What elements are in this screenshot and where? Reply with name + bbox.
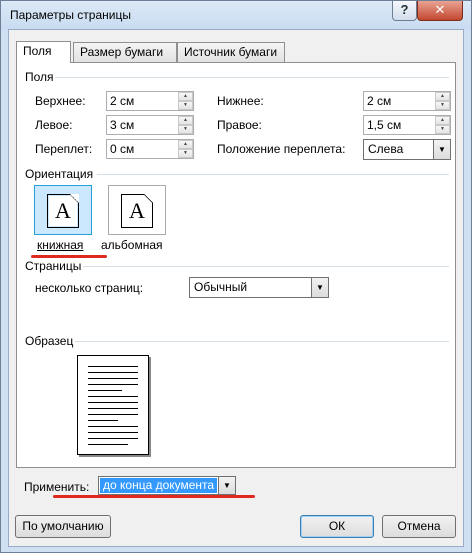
apply-to-label: Применить: — [24, 480, 90, 494]
portrait-page-icon: A — [47, 194, 79, 228]
top-margin-value: 2 см — [110, 94, 135, 108]
gutter-position-select[interactable]: Слева ▼ — [363, 139, 451, 160]
preview-text-line — [88, 372, 138, 373]
spin-up-icon[interactable]: ▲ — [178, 116, 193, 125]
portrait-label[interactable]: книжная — [37, 238, 83, 252]
set-as-default-button[interactable]: По умолчанию — [15, 515, 111, 538]
red-annotation-underline — [53, 495, 255, 498]
gutter-input[interactable]: 0 см ▲ ▼ — [106, 139, 194, 159]
tab-margins[interactable]: Поля — [16, 41, 71, 63]
top-margin-input[interactable]: 2 см ▲ ▼ — [106, 91, 194, 111]
preview-group-divider — [75, 341, 449, 342]
preview-text-line — [88, 402, 138, 403]
left-margin-input[interactable]: 3 см ▲ ▼ — [106, 115, 194, 135]
multiple-pages-select[interactable]: Обычный ▼ — [189, 277, 329, 298]
spin-up-icon[interactable]: ▲ — [435, 92, 450, 101]
margins-group-divider — [55, 77, 449, 78]
orientation-group-divider — [97, 174, 449, 175]
gutter-position-value: Слева — [368, 142, 404, 156]
spin-up-icon[interactable]: ▲ — [435, 116, 450, 125]
preview-text-line — [88, 366, 138, 367]
top-margin-label: Верхнее: — [35, 94, 86, 108]
right-margin-label: Правое: — [217, 118, 262, 132]
chevron-down-icon[interactable]: ▼ — [218, 477, 235, 494]
preview-text-line — [88, 420, 118, 421]
preview-text-line — [88, 396, 138, 397]
preview-text-line — [88, 444, 128, 445]
page-preview — [77, 355, 149, 455]
preview-text-line — [88, 384, 138, 385]
spin-down-icon[interactable]: ▼ — [178, 101, 193, 110]
right-margin-value: 1,5 см — [367, 118, 402, 132]
red-annotation-underline — [31, 255, 107, 258]
spin-down-icon[interactable]: ▼ — [178, 149, 193, 158]
spin-down-icon[interactable]: ▼ — [435, 125, 450, 134]
multiple-pages-value: Обычный — [194, 280, 248, 294]
preview-text-line — [88, 390, 122, 391]
bottom-margin-input[interactable]: 2 см ▲ ▼ — [363, 91, 451, 111]
landscape-option[interactable]: A — [108, 185, 166, 235]
margins-group-label: Поля — [25, 70, 54, 84]
tab-paper-source[interactable]: Источник бумаги — [177, 42, 285, 62]
preview-text-line — [88, 438, 138, 439]
title-bar[interactable]: Параметры страницы ? ✕ — [1, 1, 471, 29]
ok-button[interactable]: ОК — [300, 515, 374, 538]
preview-text-line — [88, 432, 138, 433]
multiple-pages-label: несколько страниц: — [35, 281, 144, 295]
bottom-margin-value: 2 см — [367, 94, 392, 108]
landscape-page-icon: A — [121, 194, 153, 228]
help-button[interactable]: ? — [392, 1, 417, 21]
window-title: Параметры страницы — [10, 8, 131, 22]
spin-down-icon[interactable]: ▼ — [178, 125, 193, 134]
portrait-option[interactable]: A — [34, 185, 92, 235]
tab-paper-size[interactable]: Размер бумаги — [73, 42, 177, 62]
apply-to-select[interactable]: до конца документа ▼ — [98, 476, 236, 495]
cancel-button[interactable]: Отмена — [382, 515, 456, 538]
margins-tab-panel: Поля Верхнее: 2 см ▲ ▼ Левое: 3 см ▲ ▼ П… — [16, 62, 456, 468]
spin-up-icon[interactable]: ▲ — [178, 92, 193, 101]
dialog-client-area: Поля Размер бумаги Источник бумаги Поля … — [8, 29, 464, 547]
pages-group-divider — [83, 266, 449, 267]
preview-text-line — [88, 378, 138, 379]
chevron-down-icon[interactable]: ▼ — [311, 278, 328, 297]
left-margin-value: 3 см — [110, 118, 135, 132]
chevron-down-icon[interactable]: ▼ — [433, 140, 450, 159]
preview-group-label: Образец — [25, 334, 74, 348]
close-icon: ✕ — [434, 2, 446, 17]
preview-text-line — [88, 426, 138, 427]
gutter-value: 0 см — [110, 142, 135, 156]
right-margin-input[interactable]: 1,5 см ▲ ▼ — [363, 115, 451, 135]
apply-to-value: до конца документа — [100, 478, 218, 493]
landscape-label[interactable]: альбомная — [101, 238, 163, 252]
spin-down-icon[interactable]: ▼ — [435, 101, 450, 110]
left-margin-label: Левое: — [35, 118, 73, 132]
bottom-margin-label: Нижнее: — [217, 94, 264, 108]
close-button[interactable]: ✕ — [417, 1, 463, 21]
spin-up-icon[interactable]: ▲ — [178, 140, 193, 149]
page-setup-dialog: Параметры страницы ? ✕ Поля Размер бумаг… — [0, 0, 472, 553]
preview-text-line — [88, 414, 138, 415]
pages-group-label: Страницы — [25, 259, 82, 273]
gutter-label: Переплет: — [35, 142, 93, 156]
preview-text-line — [88, 408, 138, 409]
orientation-group-label: Ориентация — [25, 167, 94, 181]
gutter-position-label: Положение переплета: — [217, 142, 346, 156]
